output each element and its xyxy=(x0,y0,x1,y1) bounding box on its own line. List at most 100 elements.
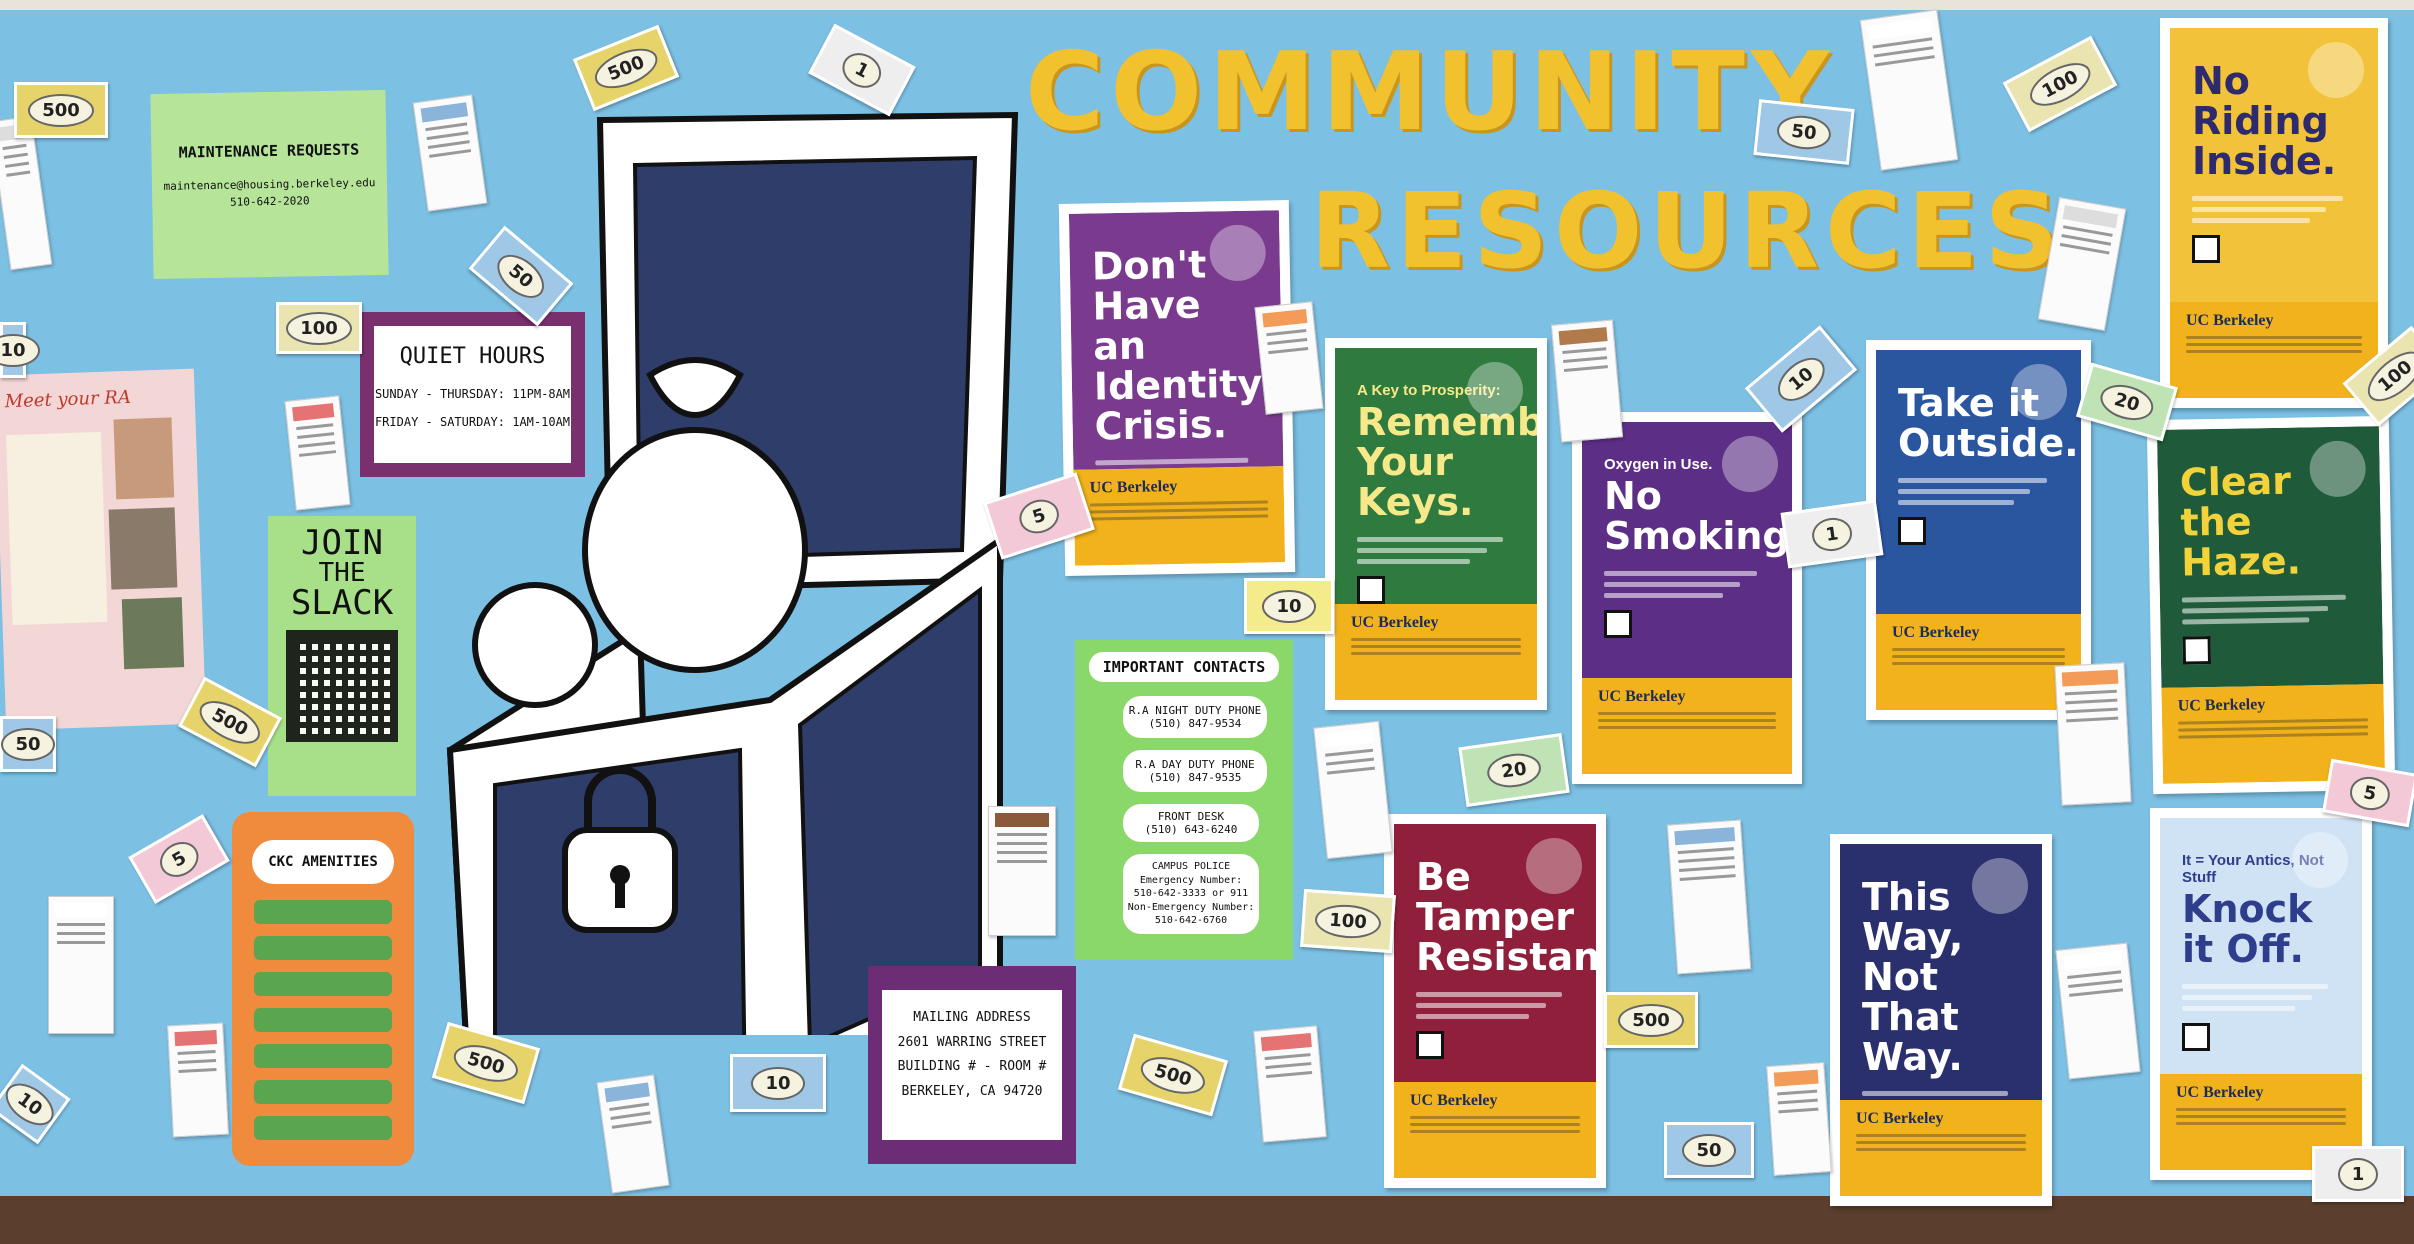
poster-headline: Remember Your Keys. xyxy=(1357,400,1537,524)
poster-brand: UC Berkeley xyxy=(1089,478,1178,497)
poster-qr-code xyxy=(1604,609,1632,638)
bill-denomination: 20 xyxy=(1485,749,1543,791)
poster-inner: Be Tamper Resistant.UC Berkeley xyxy=(1394,824,1596,1178)
amenity-item xyxy=(254,936,392,960)
poster-fineprint xyxy=(1351,638,1521,655)
poster-qr-code xyxy=(1357,575,1385,604)
bill-denomination: 50 xyxy=(1,727,55,761)
poster-brand: UC Berkeley xyxy=(2176,1084,2264,1101)
resource-poster: Take it Outside. UC Berkeley xyxy=(1866,340,2091,720)
resource-poster: A Key to Prosperity:Remember Your Keys.U… xyxy=(1325,338,1547,710)
bill-denomination: 1 xyxy=(836,45,888,95)
keyhole-slot xyxy=(615,880,625,908)
poster-brand: UC Berkeley xyxy=(2177,696,2266,715)
bill-denomination: 50 xyxy=(1775,112,1833,152)
police-emergency-label: Emergency Number: xyxy=(1139,874,1243,886)
poster-band: UC Berkeley xyxy=(1073,466,1286,566)
mailing-line-1: MAILING ADDRESS xyxy=(913,1010,1031,1025)
day-duty-phone: (510) 847-9535 xyxy=(1148,771,1242,784)
amenity-item xyxy=(254,1044,392,1068)
amenity-item xyxy=(254,900,392,924)
poster-band: UC Berkeley xyxy=(1876,614,2081,710)
poster-brand: UC Berkeley xyxy=(1892,624,1980,641)
play-money-bill: 500 xyxy=(1604,992,1698,1048)
bill-denomination: 5 xyxy=(1014,494,1064,538)
poster-emblem-icon xyxy=(1526,838,1582,894)
bill-denomination: 100 xyxy=(286,311,352,345)
property-card xyxy=(167,1022,229,1138)
play-money-bill: 50 xyxy=(1753,99,1855,165)
contact-front-desk: FRONT DESK (510) 643-6240 xyxy=(1123,804,1259,842)
poster-emblem-icon xyxy=(1467,362,1523,418)
police-non-emergency-number: 510-642-6760 xyxy=(1154,915,1228,926)
bill-denomination: 1 xyxy=(1809,514,1855,554)
play-money-bill: 50 xyxy=(1664,1122,1754,1178)
ra-photo-1 xyxy=(113,417,175,500)
poster-qr-code xyxy=(1416,1030,1444,1059)
amenity-item xyxy=(254,1116,392,1140)
poster-fineprint xyxy=(2176,1108,2346,1125)
poster-fineprint xyxy=(1892,648,2065,665)
property-card xyxy=(2055,942,2141,1080)
police-emergency-number: 510-642-3333 or 911 xyxy=(1133,888,1249,899)
bill-denomination: 5 xyxy=(153,834,205,884)
meet-ra-poster: Meet your RA xyxy=(0,368,207,731)
amenity-item xyxy=(254,1008,392,1032)
poster-body-text xyxy=(1357,536,1519,564)
money-bag-small xyxy=(472,582,598,708)
ra-photo-3 xyxy=(121,597,185,670)
day-duty-label: R.A DAY DUTY PHONE xyxy=(1135,758,1255,771)
bill-denomination: 5 xyxy=(2347,773,2393,813)
poster-fineprint xyxy=(1598,712,1776,729)
play-money-bill: 100 xyxy=(1300,888,1396,954)
poster-inner: No Riding Inside. UC Berkeley xyxy=(2170,28,2378,398)
poster-body-text xyxy=(2192,195,2360,223)
poster-qr-code xyxy=(1898,516,1926,545)
resource-poster: This Way, Not That Way. UC Berkeley xyxy=(1830,834,2052,1206)
property-card xyxy=(988,806,1056,936)
play-money-bill: 10 xyxy=(1244,578,1334,634)
bill-denomination: 20 xyxy=(2096,378,2158,426)
play-money-bill: 1 xyxy=(2312,1146,2404,1202)
bill-denomination: 50 xyxy=(1682,1133,1736,1167)
poster-body-text xyxy=(1604,570,1774,598)
resource-poster: No Riding Inside. UC Berkeley xyxy=(2160,18,2388,408)
poster-emblem-icon xyxy=(1722,436,1778,492)
poster-inner: Don't Have an Identity Crisis. UC Berkele… xyxy=(1068,210,1286,566)
poster-inner: Oxygen in Use. No Smoking. UC Berkeley xyxy=(1582,422,1792,774)
poster-body-text xyxy=(2181,594,2364,625)
poster-inner: A Key to Prosperity:Remember Your Keys.U… xyxy=(1335,348,1537,700)
title-resources: RESOURCES xyxy=(1310,170,2066,292)
poster-brand: UC Berkeley xyxy=(2186,312,2274,329)
maintenance-requests-note: MAINTENANCE REQUESTS maintenance@housing… xyxy=(150,89,389,280)
contact-campus-police: CAMPUS POLICE Emergency Number: 510-642-… xyxy=(1123,854,1259,934)
poster-brand: UC Berkeley xyxy=(1410,1092,1498,1109)
front-desk-phone: (510) 643-6240 xyxy=(1144,823,1238,836)
night-duty-phone: (510) 847-9534 xyxy=(1148,717,1242,730)
play-money-bill: 10 xyxy=(730,1054,826,1112)
bill-denomination: 10 xyxy=(751,1066,805,1100)
bill-denomination: 100 xyxy=(1314,902,1382,940)
poster-fineprint xyxy=(1090,500,1269,521)
play-money-bill: 10 xyxy=(0,322,40,378)
contact-day-duty: R.A DAY DUTY PHONE (510) 847-9535 xyxy=(1123,750,1267,792)
poster-emblem-icon xyxy=(1972,858,2028,914)
poster-body-text xyxy=(1416,991,1578,1019)
maintenance-email: maintenance@housing.berkeley.edu xyxy=(163,176,376,193)
bill-denomination: 500 xyxy=(1618,1003,1684,1037)
amenity-item xyxy=(254,972,392,996)
play-money-bill: 500 xyxy=(14,82,108,138)
bulletin-board: COMMUNITY RESOURCES MAINTENANCE REQUESTS… xyxy=(0,0,2414,1244)
mailing-address-frame: MAILING ADDRESS 2601 WARRING STREET BUIL… xyxy=(868,966,1076,1164)
play-money-bill: 100 xyxy=(276,302,362,354)
play-money-bill: 50 xyxy=(0,716,56,772)
poster-brand: UC Berkeley xyxy=(1598,688,1686,705)
property-card xyxy=(1766,1062,1832,1176)
poster-inner: It = Your Antics, Not Stuff Knock it Off.… xyxy=(2160,818,2362,1170)
bill-denomination: 500 xyxy=(589,40,663,96)
night-duty-label: R.A NIGHT DUTY PHONE xyxy=(1128,704,1262,717)
poster-band: UC Berkeley xyxy=(1335,604,1537,700)
contacts-title: IMPORTANT CONTACTS xyxy=(1089,652,1279,682)
property-card xyxy=(1254,301,1324,415)
money-bag-large xyxy=(582,427,808,673)
